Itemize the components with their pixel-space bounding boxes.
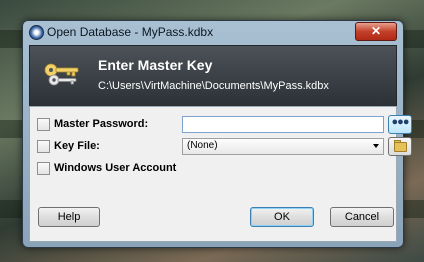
key-file-dropdown[interactable]: (None)	[182, 138, 384, 155]
windows-account-checkbox[interactable]	[37, 162, 50, 175]
window-title: Open Database - MyPass.kdbx	[47, 25, 214, 39]
cancel-button[interactable]: Cancel	[330, 207, 394, 227]
open-database-dialog: Open Database - MyPass.kdbx ✕ Enter Mast…	[22, 20, 412, 248]
title-bar[interactable]: Open Database - MyPass.kdbx ✕	[23, 21, 403, 43]
folder-icon	[394, 142, 407, 152]
keys-icon	[44, 63, 79, 86]
key-file-label: Key File:	[54, 140, 100, 152]
key-file-checkbox[interactable]	[37, 140, 50, 153]
help-button[interactable]: Help	[38, 207, 100, 227]
database-path: C:\Users\VirtMachine\Documents\MyPass.kd…	[98, 80, 329, 92]
windows-account-row: Windows User Account	[36, 159, 390, 179]
close-button[interactable]: ✕	[355, 22, 397, 41]
browse-key-file-button[interactable]	[388, 137, 412, 156]
master-password-row: Master Password: ●●●	[36, 115, 412, 135]
key-file-selected: (None)	[187, 140, 218, 151]
ok-button[interactable]: OK	[250, 207, 314, 227]
master-password-checkbox[interactable]	[37, 118, 50, 131]
master-password-input[interactable]	[182, 116, 384, 133]
chevron-down-icon	[373, 144, 379, 148]
windows-account-label: Windows User Account	[54, 162, 177, 174]
master-password-label: Master Password:	[54, 118, 149, 130]
key-options-panel: Master Password: ●●● Key File: (None) Wi…	[29, 106, 412, 242]
keepass-app-icon	[29, 25, 44, 40]
header-banner: Enter Master Key C:\Users\VirtMachine\Do…	[29, 45, 397, 107]
key-file-row: Key File: (None)	[36, 137, 412, 157]
show-password-button[interactable]: ●●●	[388, 115, 412, 134]
banner-title: Enter Master Key	[98, 57, 213, 73]
